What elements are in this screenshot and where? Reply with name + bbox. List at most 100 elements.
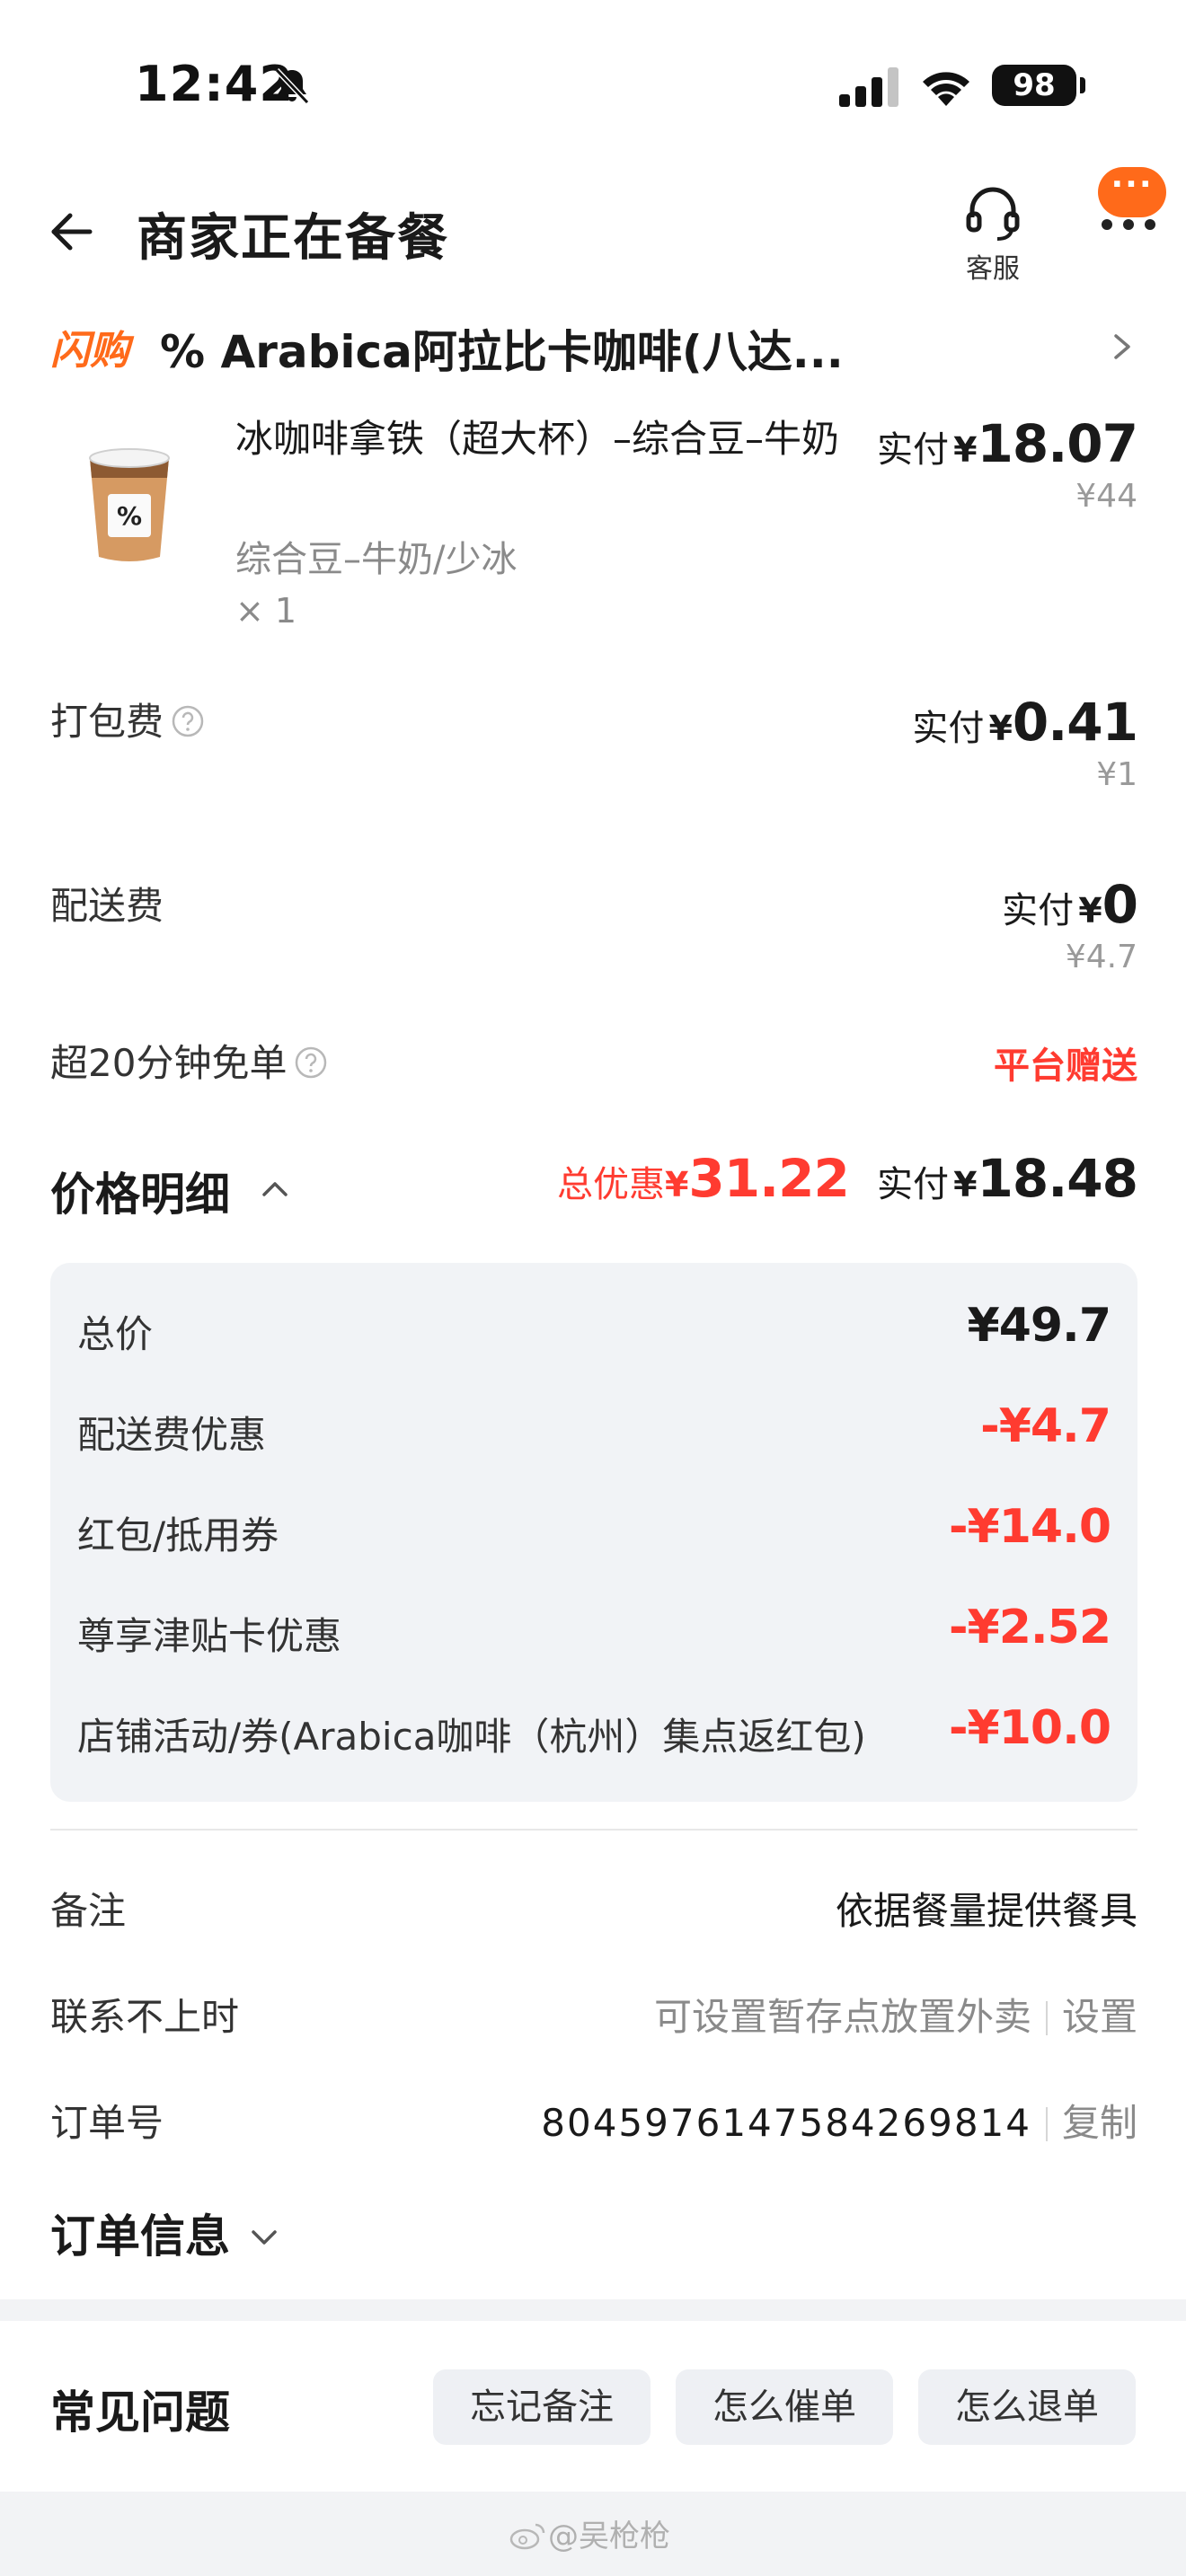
- chevron-right-icon: [1114, 334, 1130, 359]
- faq-title: 常见问题: [50, 2386, 230, 2439]
- paid-amount: 18.07: [977, 413, 1138, 474]
- back-arrow-icon[interactable]: [45, 207, 95, 257]
- notification-bubble: ···: [1098, 167, 1166, 217]
- watermark-text: @吴枪枪: [548, 2519, 670, 2554]
- original-price: ¥44: [1075, 478, 1137, 515]
- currency-symbol: ¥: [988, 709, 1013, 748]
- wifi-icon: [923, 72, 969, 106]
- svg-text:%: %: [117, 501, 142, 531]
- order-number: 8045976147584269814: [541, 2101, 1031, 2145]
- paid-label: 实付: [876, 429, 949, 471]
- customer-service-button[interactable]: 客服: [952, 181, 1033, 286]
- status-bar: 12:42 98: [0, 0, 1186, 171]
- free-order-row: 超20分钟免单 平台赠送: [50, 1033, 1137, 1096]
- price-line-allowance-card: 尊享津贴卡优惠 -¥2.52: [77, 1601, 1111, 1663]
- price-details-header[interactable]: 价格明细 总优惠¥31.22 实付 ¥18.48: [50, 1148, 1138, 1231]
- page-title: 商家正在备餐: [137, 209, 449, 268]
- price-line-delivery-discount: 配送费优惠 -¥4.7: [77, 1399, 1111, 1462]
- contact-value: 可设置暂存点放置外卖: [653, 1995, 1031, 2039]
- watermark: @吴枪枪: [509, 2511, 670, 2555]
- product-spec: 综合豆–牛奶/少冰: [235, 539, 518, 580]
- packaging-fee-price: 实付 ¥0.41 ¥1: [912, 692, 1138, 793]
- original-price: ¥4.7: [1065, 939, 1137, 975]
- paid-label: 实付: [876, 1164, 949, 1205]
- contact-value-wrap: 可设置暂存点放置外卖 设置: [654, 1987, 1137, 2042]
- paid-label: 实付: [912, 708, 985, 749]
- faq-button-cancel-order[interactable]: 怎么退单: [918, 2369, 1136, 2445]
- order-number-row: 订单号 8045976147584269814 复制: [50, 2089, 1137, 2152]
- headset-icon: [966, 187, 1020, 241]
- section-gap: [0, 2299, 1186, 2321]
- customer-service-label: 客服: [966, 253, 1020, 285]
- price-line-amount: -¥4.7: [980, 1399, 1111, 1453]
- section-divider: [50, 1829, 1137, 1831]
- product-name: 冰咖啡拿铁（超大杯）–综合豆–牛奶: [235, 417, 840, 461]
- delivery-fee-price: 实付 ¥0 ¥4.7: [1002, 874, 1138, 975]
- product-item[interactable]: % 冰咖啡拿铁（超大杯）–综合豆–牛奶 综合豆–牛奶/少冰 × 1 实付 ¥18…: [50, 413, 1138, 647]
- separator: [1045, 2107, 1048, 2141]
- faq-section: 常见问题 忘记备注 怎么催单 怎么退单: [0, 2321, 1186, 2492]
- price-line-label: 红包/抵用券: [77, 1513, 279, 1557]
- faq-button-urge-order[interactable]: 怎么催单: [676, 2369, 893, 2445]
- weibo-logo-icon: [509, 2523, 545, 2550]
- free-order-label-wrap: 超20分钟免单: [50, 1033, 328, 1088]
- order-number-label: 订单号: [50, 2101, 164, 2145]
- delivery-fee-label: 配送费: [50, 884, 164, 928]
- price-line-amount: -¥2.52: [948, 1601, 1111, 1654]
- set-button[interactable]: 设置: [1062, 1995, 1137, 2039]
- currency-symbol: ¥: [664, 1165, 689, 1204]
- price-line-label: 店铺活动/券(Arabica咖啡（杭州）集点返红包): [77, 1715, 866, 1759]
- copy-button[interactable]: 复制: [1062, 2101, 1137, 2145]
- total-discount-label: 总优惠: [556, 1164, 665, 1205]
- total-discount-amount: 31.22: [688, 1148, 849, 1209]
- cellular-signal-icon: [839, 67, 898, 107]
- currency-symbol: ¥: [953, 430, 978, 470]
- battery-indicator: 98: [992, 65, 1085, 106]
- nav-header: 商家正在备餐 客服: [0, 171, 1186, 287]
- chevron-up-icon: [262, 1182, 288, 1196]
- price-summary: 总优惠¥31.22 实付 ¥18.48: [556, 1148, 1138, 1209]
- more-menu-icon[interactable]: [1102, 219, 1155, 230]
- price-line-amount: ¥49.7: [967, 1299, 1111, 1353]
- contact-row: 联系不上时 可设置暂存点放置外卖 设置: [50, 1983, 1137, 2046]
- currency-symbol: ¥: [953, 1165, 978, 1204]
- help-circle-icon[interactable]: [294, 1045, 328, 1080]
- price-line-label: 配送费优惠: [77, 1413, 267, 1457]
- separator: [1045, 2001, 1048, 2035]
- bell-off-icon: [274, 67, 310, 105]
- price-line-store-activity: 店铺活动/券(Arabica咖啡（杭州）集点返红包) -¥10.0: [77, 1701, 1111, 1764]
- paid-label: 实付: [1002, 890, 1075, 931]
- order-info-title: 订单信息: [50, 2210, 230, 2263]
- price-line-label: 总价: [77, 1312, 154, 1356]
- packaging-fee-label: 打包费: [50, 700, 164, 744]
- price-line-amount: -¥14.0: [948, 1500, 1111, 1554]
- flash-purchase-tag: 闪购: [50, 328, 129, 374]
- faq-button-forgot-note[interactable]: 忘记备注: [433, 2369, 651, 2445]
- order-number-wrap: 8045976147584269814 复制: [541, 2093, 1137, 2148]
- note-row: 备注 依据餐量提供餐具: [50, 1877, 1137, 1940]
- delivery-fee-row: 配送费 实付 ¥0 ¥4.7: [50, 874, 1138, 992]
- note-value: 依据餐量提供餐具: [835, 1889, 1137, 1933]
- chevron-down-icon: [252, 2230, 277, 2245]
- product-quantity: × 1: [235, 591, 297, 631]
- help-circle-icon[interactable]: [171, 704, 205, 738]
- fee-label: 打包费: [50, 692, 205, 746]
- order-info-toggle[interactable]: 订单信息: [50, 2201, 280, 2265]
- price-details-panel: 总价 ¥49.7 配送费优惠 -¥4.7 红包/抵用券 -¥14.0 尊享津贴卡…: [50, 1263, 1137, 1802]
- price-line-label: 尊享津贴卡优惠: [77, 1614, 342, 1658]
- currency-symbol: ¥: [1078, 891, 1102, 931]
- price-line-amount: -¥10.0: [948, 1701, 1111, 1755]
- total-paid-amount: 18.48: [977, 1148, 1138, 1209]
- product-price: 实付 ¥18.07 ¥44: [876, 413, 1138, 515]
- paid-amount: 0.41: [1012, 692, 1138, 753]
- note-label: 备注: [50, 1889, 127, 1933]
- price-line-coupon: 红包/抵用券 -¥14.0: [77, 1500, 1111, 1563]
- price-details-title: 价格明细: [50, 1169, 230, 1221]
- contact-label: 联系不上时: [50, 1995, 240, 2039]
- coffee-cup-image: %: [89, 448, 170, 561]
- original-price: ¥1: [1096, 756, 1137, 793]
- price-line-total: 总价 ¥49.7: [77, 1299, 1111, 1362]
- store-name: % Arabica阿拉比卡咖啡(八达...: [160, 326, 844, 378]
- free-order-label: 超20分钟免单: [50, 1041, 288, 1085]
- store-row[interactable]: 闪购 % Arabica阿拉比卡咖啡(八达...: [50, 314, 1137, 378]
